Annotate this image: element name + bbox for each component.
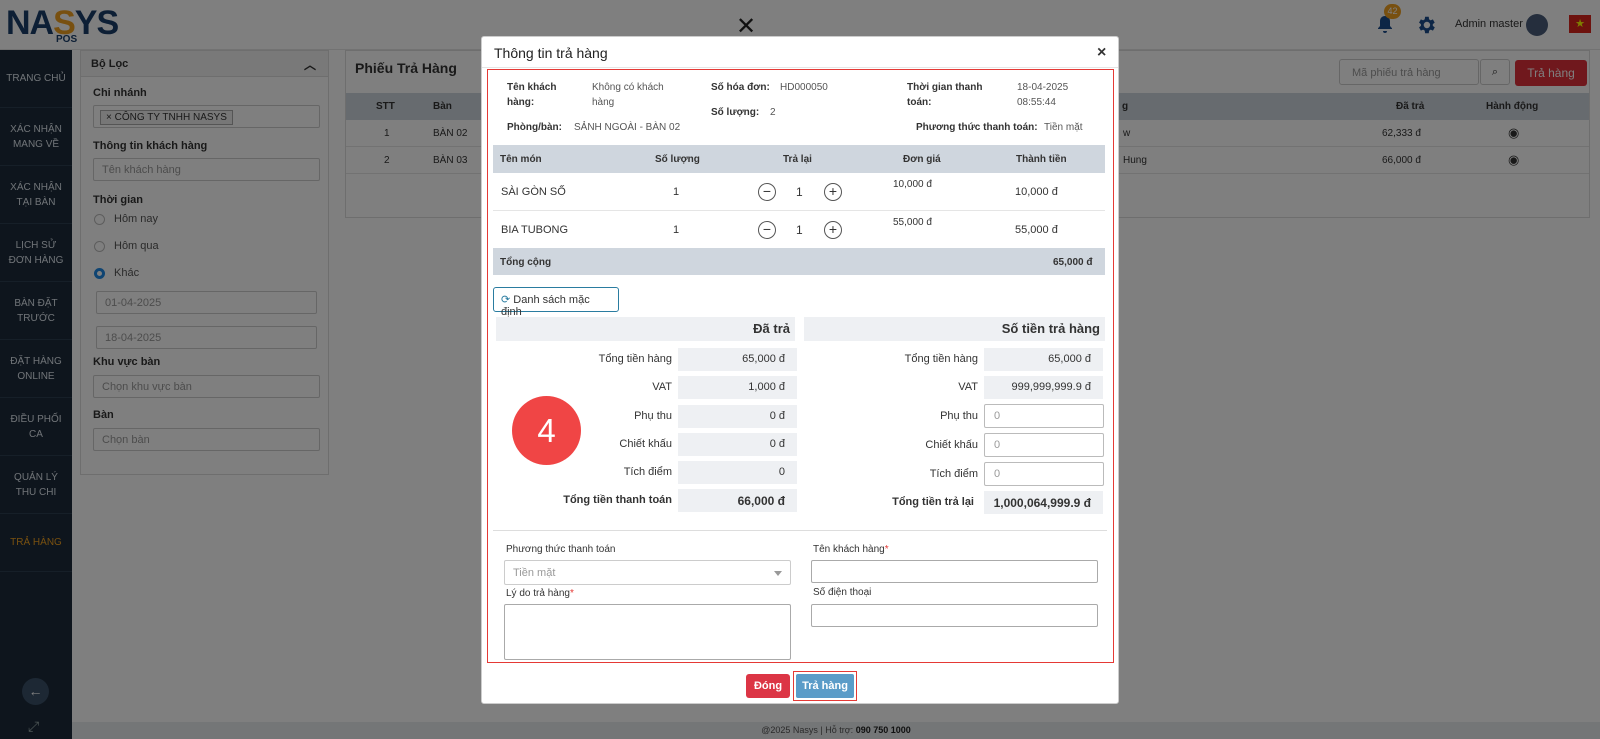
close-icon[interactable]: × xyxy=(1097,44,1106,62)
room-value: SẢNH NGOÀI - BÀN 02 xyxy=(574,122,681,133)
surcharge-input[interactable]: 0 xyxy=(984,404,1104,428)
item-row: SÀI GÒN SỐ 1 − 1 + 10,000 đ 10,000 đ xyxy=(493,173,1105,211)
paid-title: Đã trả xyxy=(496,317,795,341)
item-row: BIA TUBONG 1 − 1 + 55,000 đ 55,000 đ xyxy=(493,211,1105,249)
minus-icon[interactable]: − xyxy=(758,183,776,201)
items-table-header: Tên món Số lượng Trả lại Đơn giá Thành t… xyxy=(493,145,1105,173)
minus-icon[interactable]: − xyxy=(758,221,776,239)
customer-info-label: Tên khách hàng: xyxy=(507,82,557,108)
reason-textarea[interactable] xyxy=(504,604,791,660)
return-button-frame: Trả hàng xyxy=(793,671,857,701)
payment-time-value: 08:55:44 xyxy=(1017,97,1056,108)
discount-input[interactable]: 0 xyxy=(984,433,1104,457)
close-button[interactable]: Đóng xyxy=(746,674,790,698)
refresh-icon: ⟳ xyxy=(501,294,511,306)
invoice-value: HD000050 xyxy=(780,82,828,93)
return-qty-value[interactable]: 1 xyxy=(796,223,803,237)
points-input[interactable]: 0 xyxy=(984,462,1104,486)
plus-icon[interactable]: + xyxy=(824,221,842,239)
return-qty-value[interactable]: 1 xyxy=(796,185,803,199)
customer-info-value: Không có khách hàng xyxy=(592,82,664,108)
phone-input[interactable] xyxy=(811,604,1098,627)
invoice-label: Số hóa đơn: xyxy=(711,82,770,93)
divider xyxy=(493,530,1107,531)
return-button[interactable]: Trả hàng xyxy=(796,674,854,698)
customer-name-input[interactable] xyxy=(811,560,1098,583)
chevron-down-icon xyxy=(774,571,782,576)
step-marker: 4 xyxy=(512,396,581,465)
payment-time-label: Thời gian thanh toán: xyxy=(907,82,983,108)
refund-title: Số tiền trả hàng xyxy=(804,317,1105,341)
modal-title: Thông tin trả hàng xyxy=(494,45,608,61)
return-info-modal: Thông tin trả hàng × Tên khách hàng: Khô… xyxy=(481,36,1119,704)
payment-method-select[interactable]: Tiền mặt xyxy=(504,560,791,585)
modal-header: Thông tin trả hàng × xyxy=(482,37,1118,68)
quantity-value: 2 xyxy=(770,107,776,118)
customer-name-label: Tên khách hàng* xyxy=(813,544,889,555)
payment-method-label: Phương thức thanh toán: xyxy=(916,122,1038,133)
items-total-row: Tổng cộng 65,000 đ xyxy=(493,248,1105,275)
payment-date-value: 18-04-2025 xyxy=(1017,82,1069,93)
payment-method-value: Tiền mặt xyxy=(1044,122,1083,133)
reason-label: Lý do trả hàng* xyxy=(506,588,574,599)
room-label: Phòng/bàn: xyxy=(507,122,562,133)
quantity-label: Số lượng: xyxy=(711,107,760,118)
phone-label: Số điện thoại xyxy=(813,587,872,598)
payment-method-field-label: Phương thức thanh toán xyxy=(506,544,616,555)
plus-icon[interactable]: + xyxy=(824,183,842,201)
default-list-button[interactable]: ⟳ Danh sách mặc định xyxy=(493,287,619,318)
